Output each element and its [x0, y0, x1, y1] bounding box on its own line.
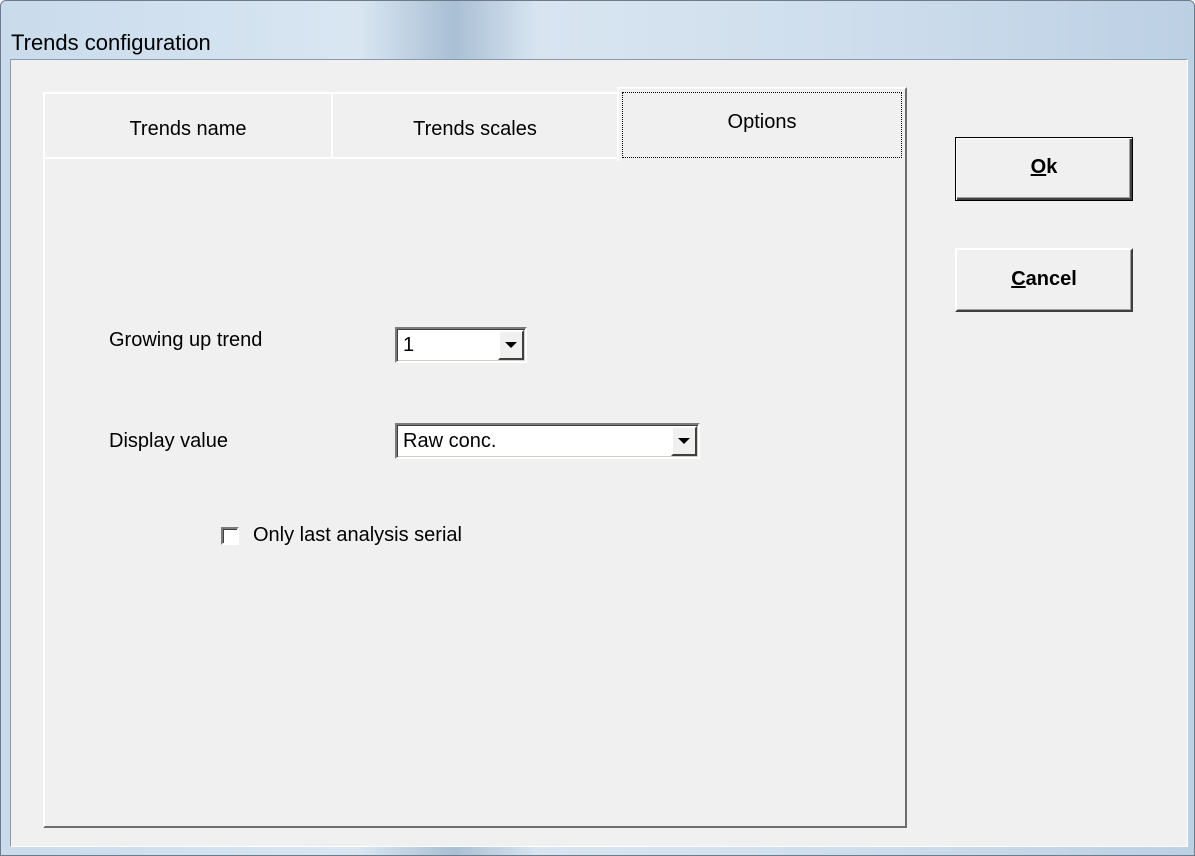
display-value-value: Raw conc. — [403, 430, 497, 452]
ok-button[interactable]: Ok — [955, 137, 1133, 201]
cancel-button[interactable]: Cancel — [955, 248, 1133, 312]
display-value-label: Display value — [109, 430, 228, 452]
chevron-down-icon — [678, 438, 690, 444]
cancel-button-mnemonic: C — [1011, 268, 1026, 290]
title-bar[interactable]: Trends configuration — [1, 1, 1194, 59]
tab-trends-scales[interactable]: Trends scales — [331, 92, 619, 157]
cancel-button-label-rest: ancel — [1025, 268, 1077, 290]
dropdown-button[interactable] — [671, 426, 697, 456]
ok-button-label-rest: k — [1046, 156, 1058, 178]
only-last-serial-label[interactable]: Only last analysis serial — [253, 524, 462, 546]
growing-up-trend-select[interactable]: 1 — [395, 327, 527, 363]
display-value-select[interactable]: Raw conc. — [395, 423, 700, 459]
ok-button-mnemonic: O — [1030, 156, 1047, 178]
tab-label: Options — [727, 111, 797, 133]
options-panel: Growing up trend 1 Display value Raw con… — [43, 157, 907, 828]
growing-up-trend-label: Growing up trend — [109, 329, 263, 351]
tab-trends-name[interactable]: Trends name — [43, 92, 333, 157]
dialog-window: Trends configuration Trends name Trends … — [0, 0, 1195, 856]
tab-label: Trends scales — [413, 118, 537, 140]
chevron-down-icon — [505, 342, 517, 348]
tab-label: Trends name — [129, 118, 247, 140]
only-last-serial-checkbox[interactable] — [221, 527, 239, 545]
window-title: Trends configuration — [11, 30, 211, 55]
dropdown-button[interactable] — [498, 330, 524, 360]
tab-options[interactable]: Options — [617, 87, 907, 161]
growing-up-trend-value: 1 — [403, 334, 415, 356]
